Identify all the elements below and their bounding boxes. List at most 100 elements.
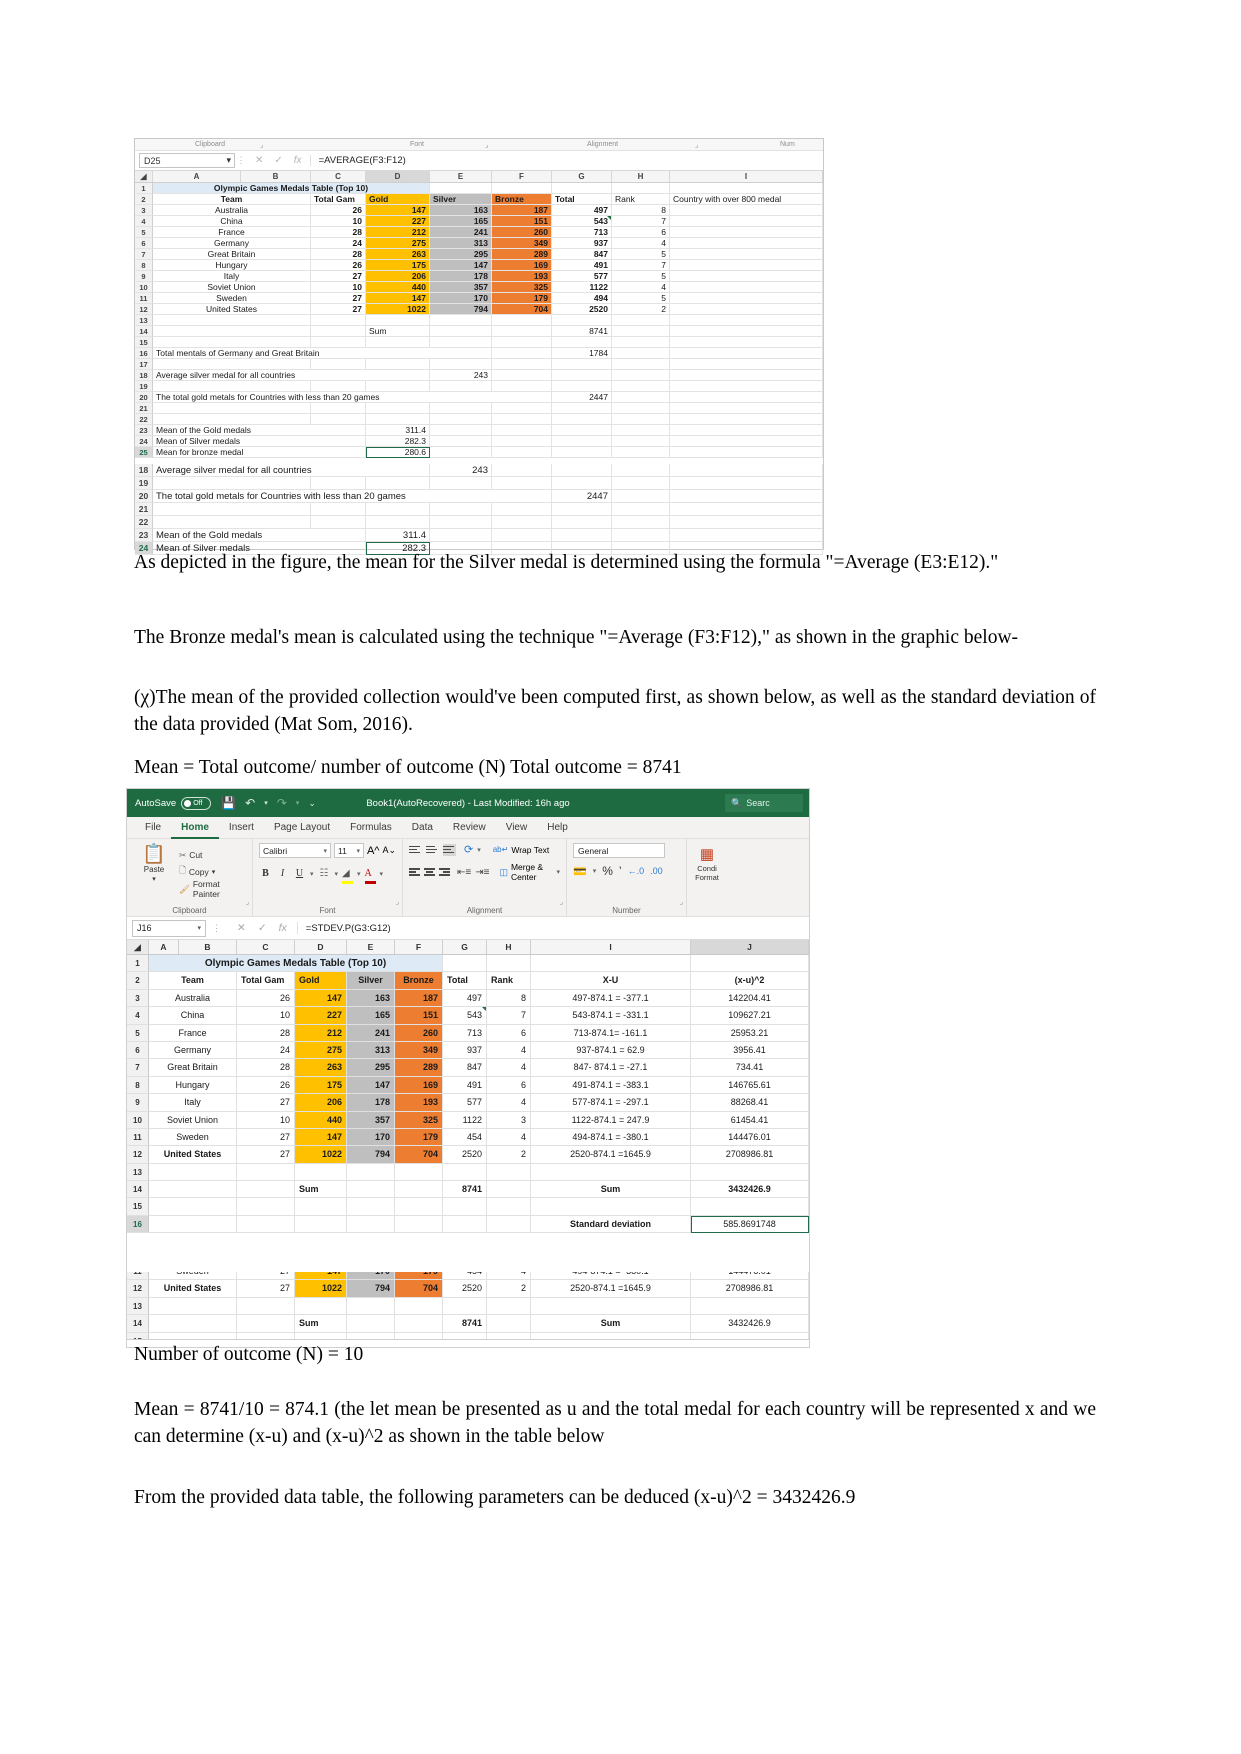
redo-icon[interactable]: ↷ (277, 796, 287, 810)
row-header-selected[interactable]: 16 (127, 1215, 149, 1234)
fig1-rowhdr[interactable]: 3 (135, 205, 153, 216)
function-icon[interactable]: fx (294, 155, 302, 166)
align-middle-button[interactable] (426, 844, 439, 856)
tab-review[interactable]: Review (443, 817, 496, 839)
align-right-button[interactable] (439, 866, 450, 878)
fig1-col-b[interactable]: B (241, 171, 311, 182)
row-header[interactable]: 7 (127, 1059, 149, 1077)
fig1-rowhdr[interactable]: 10 (135, 282, 153, 293)
excel-formula-bar[interactable]: J16 ▾ ⋮ ✕ ✓ fx =STDEV.P(G3:G12) (127, 917, 809, 940)
col-i[interactable]: I (531, 940, 691, 954)
save-icon[interactable]: 💾 (221, 796, 236, 810)
fig1-rowhdr[interactable]: 17 (135, 359, 153, 370)
col-g[interactable]: G (443, 940, 487, 954)
font-dialog-launcher-icon[interactable]: ⌟ (396, 898, 399, 906)
autosave-toggle[interactable]: Off (181, 796, 212, 810)
font-color-button[interactable]: A (364, 863, 376, 884)
row-header[interactable]: 1 (127, 955, 149, 973)
row-header[interactable]: 11 (127, 1128, 149, 1147)
fig1-col-f[interactable]: F (492, 171, 552, 182)
number-format-select[interactable]: General (573, 843, 665, 858)
insert-function-icon[interactable]: fx (279, 922, 287, 934)
fig1-rowhdr[interactable]: 24 (135, 436, 153, 447)
fig1-formula-input[interactable]: =AVERAGE(F3:F12) (309, 155, 819, 166)
fig1-rowhdr[interactable]: 9 (135, 271, 153, 282)
fig1-col-a[interactable]: A (153, 171, 241, 182)
number-dialog-launcher-icon[interactable]: ⌟ (680, 898, 683, 906)
row-header[interactable]: 14 (127, 1181, 149, 1199)
conditional-formatting-icon[interactable]: ▦ (700, 845, 714, 863)
cancel-icon[interactable]: ✕ (255, 155, 263, 166)
percent-style-button[interactable]: % (602, 864, 613, 878)
increase-font-size-icon[interactable]: A^ (367, 845, 380, 857)
fig1-frag-rowhdr[interactable]: 23 (135, 529, 153, 542)
row-header[interactable]: 3 (127, 989, 149, 1008)
fig1-name-box[interactable]: D25 ▾ (139, 153, 235, 168)
ribbon-tabs[interactable]: File Home Insert Page Layout Formulas Da… (127, 817, 809, 839)
chevron-down-icon[interactable]: ▾ (357, 870, 361, 878)
tab-view[interactable]: View (496, 817, 538, 839)
row-header[interactable]: 15 (127, 1198, 149, 1216)
merge-center-button[interactable]: ◫ Merge & Center ▾ (499, 862, 560, 882)
italic-button[interactable]: I (276, 868, 289, 879)
formula-bar-actions[interactable]: ✕ ✓ fx (227, 922, 298, 934)
fig1-rowhdr[interactable]: 20 (135, 392, 153, 403)
borders-icon[interactable]: ☷ (318, 868, 331, 879)
chevron-down-icon[interactable]: ▾ (556, 868, 560, 876)
chevron-down-icon[interactable]: ▾ (593, 867, 597, 875)
format-painter-button[interactable]: 🖌 Format Painter (179, 879, 246, 899)
row-header[interactable]: 13 (127, 1297, 149, 1316)
align-center-button[interactable] (424, 866, 435, 878)
fig1-formula-actions[interactable]: ✕ ✓ fx (247, 155, 310, 166)
fig1-rowhdr-2[interactable]: 2 (135, 194, 153, 205)
chevron-down-icon[interactable]: ▾ (356, 847, 360, 855)
tab-page-layout[interactable]: Page Layout (264, 817, 340, 839)
row-header[interactable]: 12 (127, 1280, 149, 1298)
tab-home[interactable]: Home (171, 817, 219, 839)
col-c[interactable]: C (237, 940, 295, 954)
fig1-frag-rowhdr[interactable]: 18 (135, 464, 153, 477)
name-box[interactable]: J16 ▾ (132, 919, 206, 937)
chevron-down-icon[interactable]: ▾ (296, 799, 300, 807)
decrease-indent-icon[interactable]: ⇤≡ (457, 867, 471, 878)
alignment-dialog-launcher-icon[interactable]: ⌟ (560, 898, 563, 906)
col-h[interactable]: H (487, 940, 531, 954)
row-header[interactable]: 14 (127, 1315, 149, 1333)
comma-style-icon[interactable]: ’ (619, 864, 622, 878)
wrap-text-button[interactable]: ab↵ Wrap Text (493, 845, 550, 855)
tab-insert[interactable]: Insert (219, 817, 264, 839)
font-size-select[interactable]: 11 ▾ (333, 843, 364, 858)
fig1-rowhdr[interactable]: 22 (135, 414, 153, 425)
search-box[interactable]: 🔍 Searc (725, 794, 803, 812)
paste-button[interactable]: 📋 Paste ▾ (133, 845, 175, 883)
fig1-rowhdr[interactable]: 11 (135, 293, 153, 304)
select-all-corner-icon[interactable]: ◢ (127, 940, 149, 954)
row-header[interactable]: 5 (127, 1024, 149, 1042)
fig1-r25-value-selected[interactable]: 280.6 (366, 447, 430, 458)
row-header[interactable]: 12 (127, 1146, 149, 1164)
align-left-button[interactable] (409, 866, 420, 878)
fig1-rowhdr[interactable]: 16 (135, 348, 153, 359)
fig1-col-d[interactable]: D (366, 171, 430, 182)
col-e[interactable]: E (347, 940, 395, 954)
decrease-decimal-icon[interactable]: .00 (650, 866, 663, 876)
row-header[interactable]: 10 (127, 1111, 149, 1129)
fig1-rowhdr[interactable]: 15 (135, 337, 153, 348)
fig1-frag-rowhdr[interactable]: 21 (135, 503, 153, 516)
clipboard-dialog-launcher-icon[interactable]: ⌟ (246, 898, 249, 906)
fig1-rowhdr[interactable]: 4 (135, 216, 153, 227)
stdev-value-selected[interactable]: 585.8691748 (691, 1215, 809, 1234)
col-b[interactable]: B (179, 940, 237, 954)
row-header[interactable]: 13 (127, 1163, 149, 1182)
tab-data[interactable]: Data (402, 817, 443, 839)
cut-button[interactable]: ✂ Cut (179, 848, 246, 862)
accounting-format-icon[interactable]: 💳 (573, 865, 587, 878)
fig1-col-c[interactable]: C (311, 171, 366, 182)
confirm-icon[interactable]: ✓ (274, 155, 282, 166)
select-all-corner-icon[interactable]: ◢ (135, 171, 153, 182)
fig1-formula-bar[interactable]: D25 ▾ ⋮ ✕ ✓ fx =AVERAGE(F3:F12) (135, 151, 823, 171)
align-top-button[interactable] (409, 844, 422, 856)
fig1-rowhdr[interactable]: 13 (135, 315, 153, 326)
fig1-rowhdr[interactable]: 5 (135, 227, 153, 238)
chevron-down-icon[interactable]: ▾ (152, 875, 156, 883)
